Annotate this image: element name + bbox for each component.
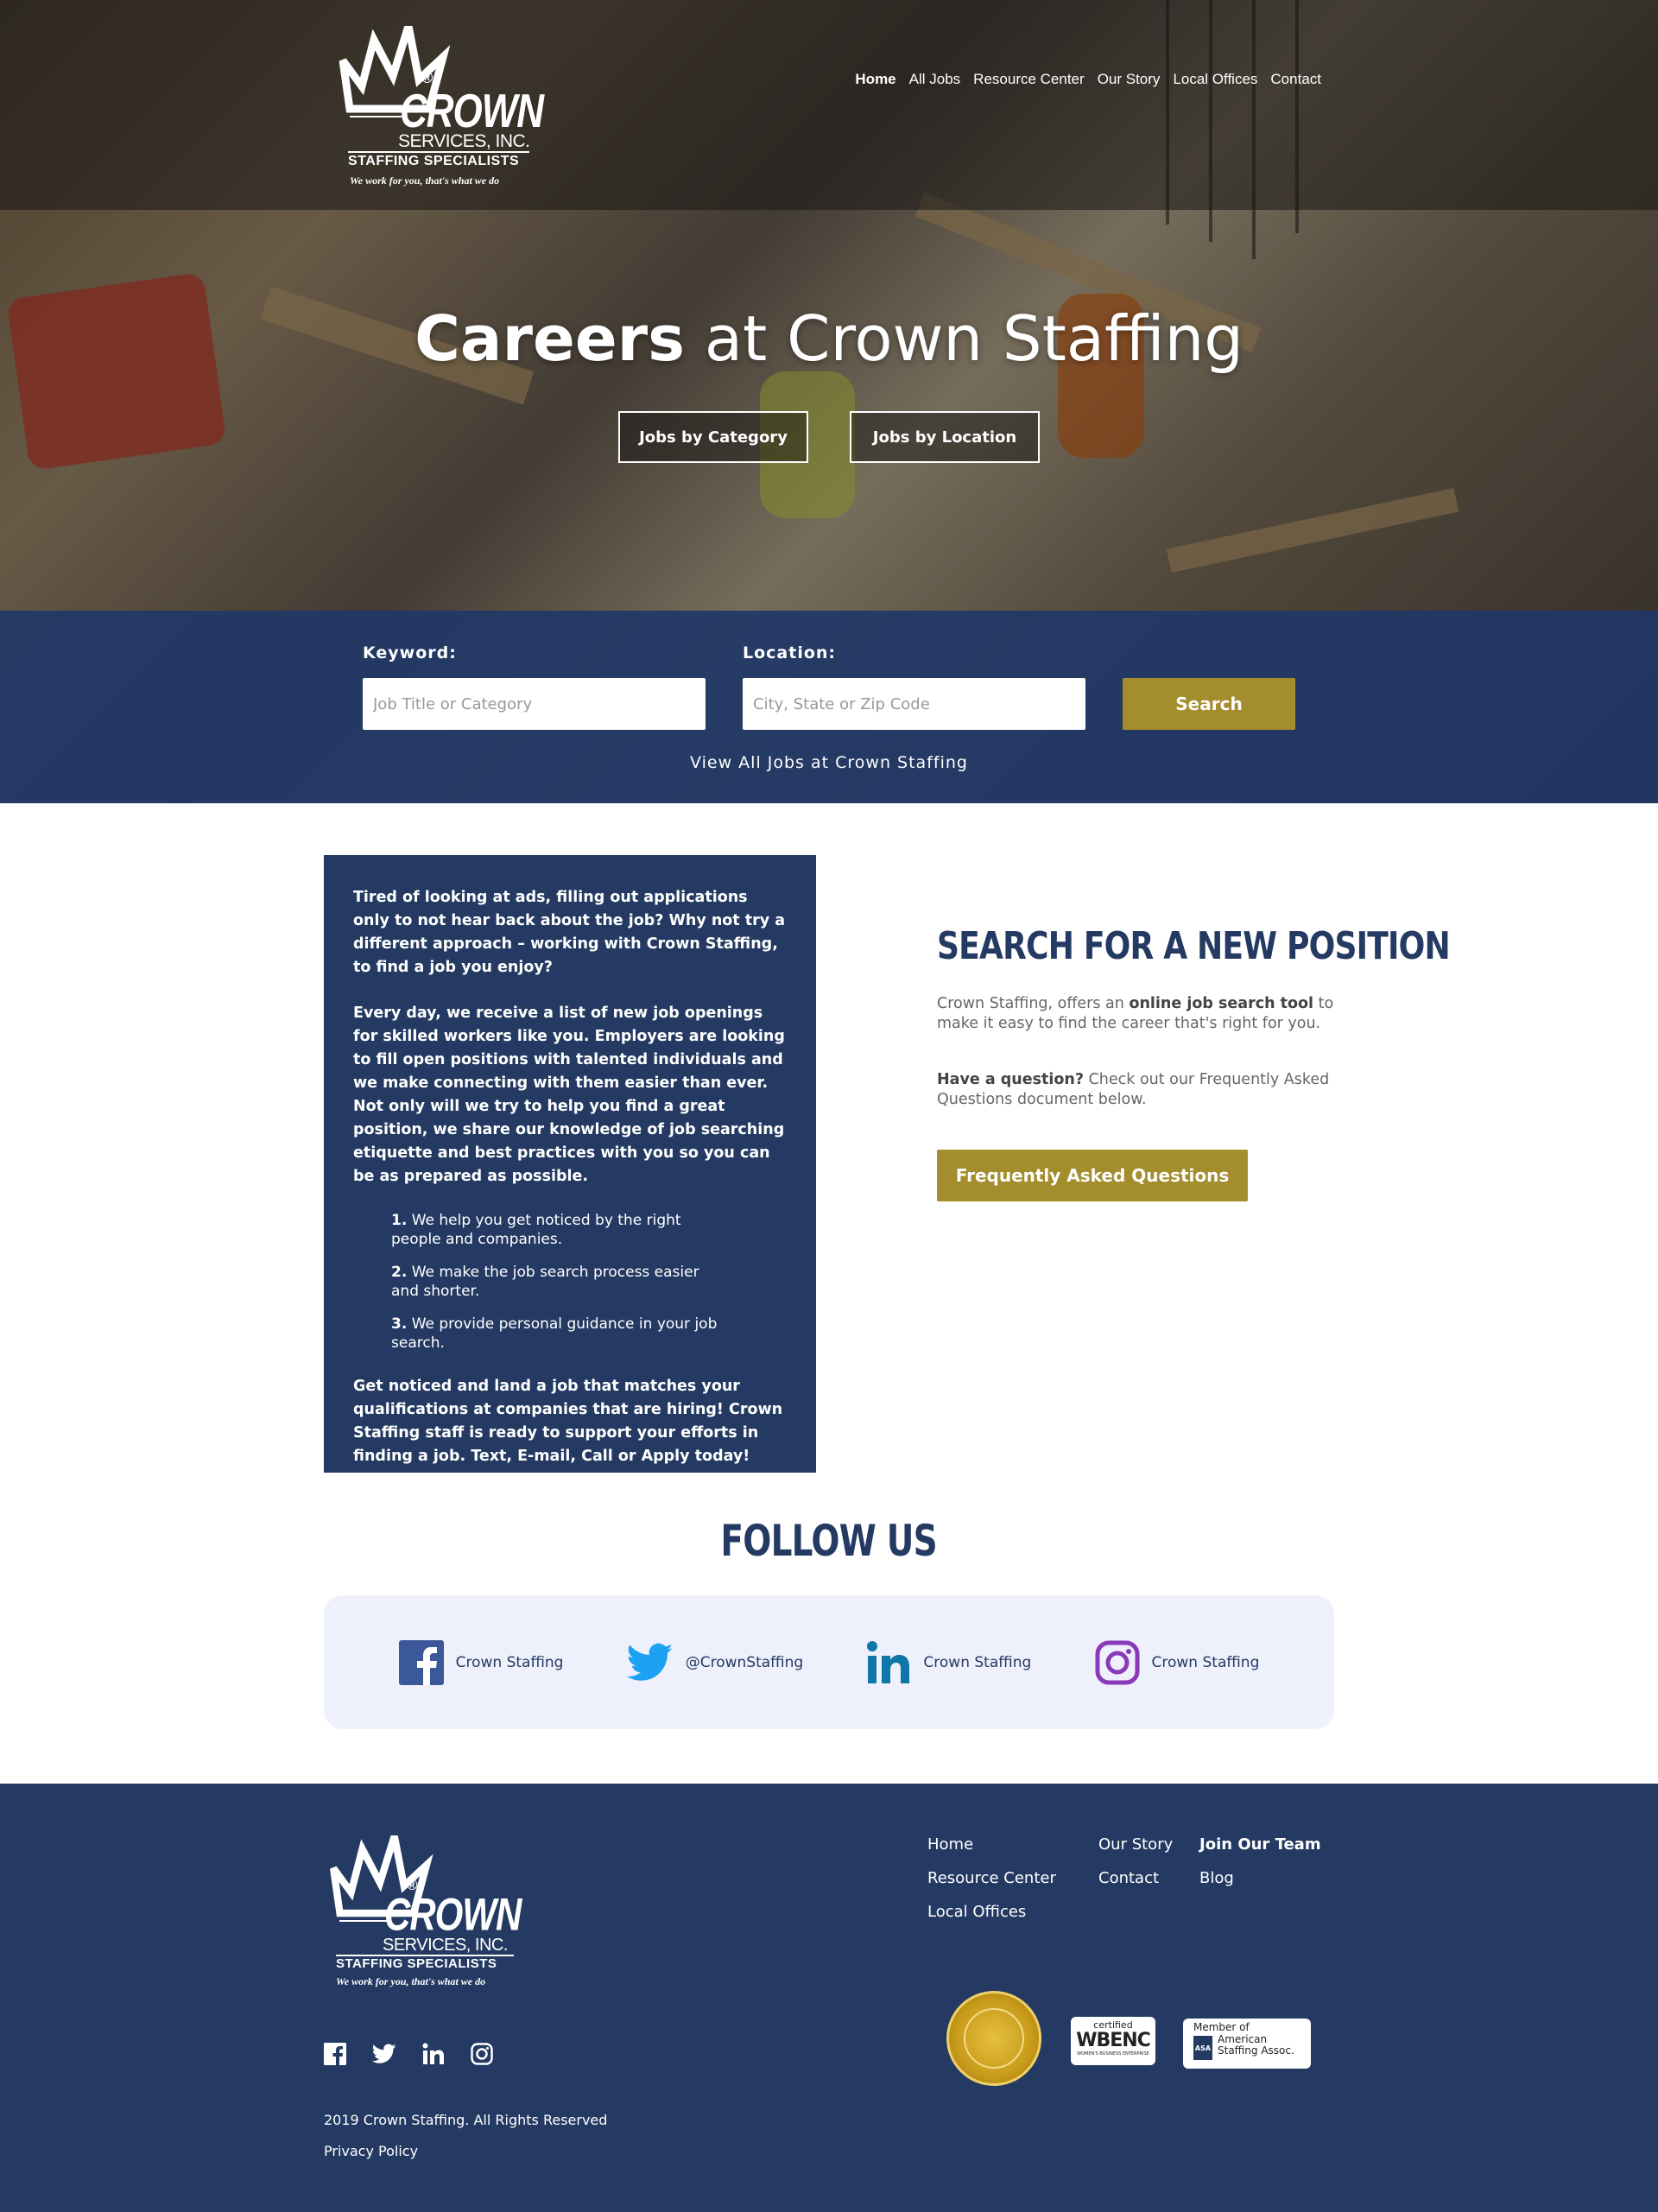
jobs-by-location-button[interactable]: Jobs by Location [850,411,1040,463]
copyright-text: 2019 Crown Staffing. All Rights Reserved [324,2112,608,2128]
footer-link-contact[interactable]: Contact [1098,1869,1159,1887]
list-item: 1. We help you get noticed by the right … [391,1211,718,1249]
list-item: 2. We make the job search process easier… [391,1263,718,1301]
search-position-section: SEARCH FOR A NEW POSITION Crown Staffing… [937,924,1451,1201]
text-strong: Have a question? [937,1071,1084,1088]
joint-commission-seal [946,1991,1041,2086]
keyword-input[interactable] [363,678,706,730]
logo-services-text: SERVICES, INC. [383,1936,508,1955]
logo-tagline: We work for you, that's what we do [350,174,500,187]
header-bar [0,0,1658,210]
logo-rule [339,1920,388,1922]
facebook-icon [398,1639,444,1685]
logo-tagline: We work for you, that's what we do [336,1975,486,1987]
list-number: 3. [391,1315,408,1333]
instagram-icon [1095,1640,1140,1684]
hero-title-bold: Careers [414,302,686,375]
instagram-icon[interactable] [471,2043,493,2065]
social-twitter[interactable]: @CrownStaffing [626,1643,804,1683]
site-footer: ® CROWN SERVICES, INC. STAFFING SPECIALI… [0,1784,1658,2212]
position-paragraph: Crown Staffing, offers an online job sea… [937,994,1334,1034]
intro-paragraph: Tired of looking at ads, filling out app… [353,889,786,976]
twitter-icon[interactable] [372,2044,396,2064]
asa-logo-icon: ASA [1193,2036,1212,2060]
social-label: Crown Staffing [455,1653,564,1671]
asa-badge: Member of ASA American Staffing Assoc. [1183,2019,1311,2069]
logo-rule [348,151,529,153]
footer-link-blog[interactable]: Blog [1199,1869,1234,1887]
social-facebook[interactable]: Crown Staffing [398,1639,564,1685]
list-text: We provide personal guidance in your job… [391,1315,718,1352]
logo-specialists-text: STAFFING SPECIALISTS [348,154,520,168]
logo-services-text: SERVICES, INC. [398,131,530,151]
twitter-icon [626,1643,673,1681]
hero-buttons: Jobs by Category Jobs by Location [0,411,1658,463]
nav-local-offices[interactable]: Local Offices [1173,71,1257,88]
badge-text: American [1218,2033,1268,2045]
keyword-label: Keyword: [363,643,457,662]
jobs-by-category-button[interactable]: Jobs by Category [618,411,808,463]
footer-link-home[interactable]: Home [927,1835,973,1854]
logo-rule [350,116,402,117]
list-number: 2. [391,1264,408,1281]
list-number: 1. [391,1212,408,1229]
privacy-policy-link[interactable]: Privacy Policy [324,2143,418,2159]
footer-link-resource-center[interactable]: Resource Center [927,1869,1056,1887]
social-card: Crown Staffing @CrownStaffing Crown Staf… [324,1595,1334,1729]
location-input[interactable] [743,678,1085,730]
badge-text-block: American Staffing Assoc. [1218,2034,1294,2057]
main-nav: Home All Jobs Resource Center Our Story … [855,71,1321,88]
follow-us-heading: FOLLOW US [0,1516,1658,1566]
footer-link-local-offices[interactable]: Local Offices [927,1903,1026,1921]
linkedin-icon[interactable] [422,2043,445,2065]
text-segment: Crown Staffing, offers an [937,995,1130,1012]
wbenc-badge: certified WBENC WOMEN'S BUSINESS ENTERPR… [1071,2017,1155,2065]
badge-text: Staffing Assoc. [1218,2044,1294,2057]
social-label: Crown Staffing [923,1653,1032,1671]
nav-our-story[interactable]: Our Story [1098,71,1161,88]
footer-logo[interactable]: ® CROWN SERVICES, INC. STAFFING SPECIALI… [324,1835,531,1991]
follow-title-text: FOLLOW US [720,1516,938,1566]
intro-paragraph: Every day, we receive a list of new job … [353,1005,785,1185]
social-linkedin[interactable]: Crown Staffing [866,1640,1031,1685]
nav-contact[interactable]: Contact [1270,71,1321,88]
benefits-list: 1. We help you get noticed by the right … [391,1211,787,1353]
social-label: Crown Staffing [1151,1653,1260,1671]
footer-link-join-our-team[interactable]: Join Our Team [1199,1835,1321,1854]
list-text: We make the job search process easier an… [391,1264,699,1300]
text-strong: online job search tool [1129,995,1314,1012]
badge-text: Member of [1193,2021,1250,2033]
nav-all-jobs[interactable]: All Jobs [909,71,961,88]
question-paragraph: Have a question? Check out our Frequentl… [937,1070,1334,1110]
logo-specialists-text: STAFFING SPECIALISTS [336,1956,497,1971]
footer-social-icons [324,2043,493,2065]
intro-panel: Tired of looking at ads, filling out app… [324,855,816,1473]
view-all-jobs-link[interactable]: View All Jobs at Crown Staffing [0,753,1658,772]
facebook-icon[interactable] [324,2043,346,2065]
hero-title: Careers at Crown Staffing [0,302,1658,375]
location-label: Location: [743,643,837,662]
badge-text: WOMEN'S BUSINESS ENTERPRISE [1077,2051,1149,2057]
list-item: 3. We provide personal guidance in your … [391,1315,718,1353]
seal-inner [964,2008,1024,2069]
social-instagram[interactable]: Crown Staffing [1095,1640,1260,1685]
job-search-bar: Keyword: Location: Search View All Jobs … [0,611,1658,803]
social-label: @CrownStaffing [685,1653,804,1671]
intro-paragraph: Get noticed and land a job that matches … [353,1378,783,1465]
section-heading: SEARCH FOR A NEW POSITION [937,924,1451,968]
header-logo[interactable]: ® CROWN SERVICES, INC. STAFFING SPECIALI… [332,26,544,190]
linkedin-icon [867,1640,910,1683]
search-button[interactable]: Search [1123,678,1295,730]
nav-resource-center[interactable]: Resource Center [973,71,1085,88]
logo-brand-text: CROWN [384,1889,522,1940]
nav-home[interactable]: Home [855,71,895,88]
list-text: We help you get noticed by the right peo… [391,1212,681,1248]
badge-text: WBENC [1076,2030,1151,2051]
hero-title-rest: at Crown Staffing [685,302,1244,375]
footer-link-our-story[interactable]: Our Story [1098,1835,1173,1854]
faq-button[interactable]: Frequently Asked Questions [937,1150,1248,1201]
